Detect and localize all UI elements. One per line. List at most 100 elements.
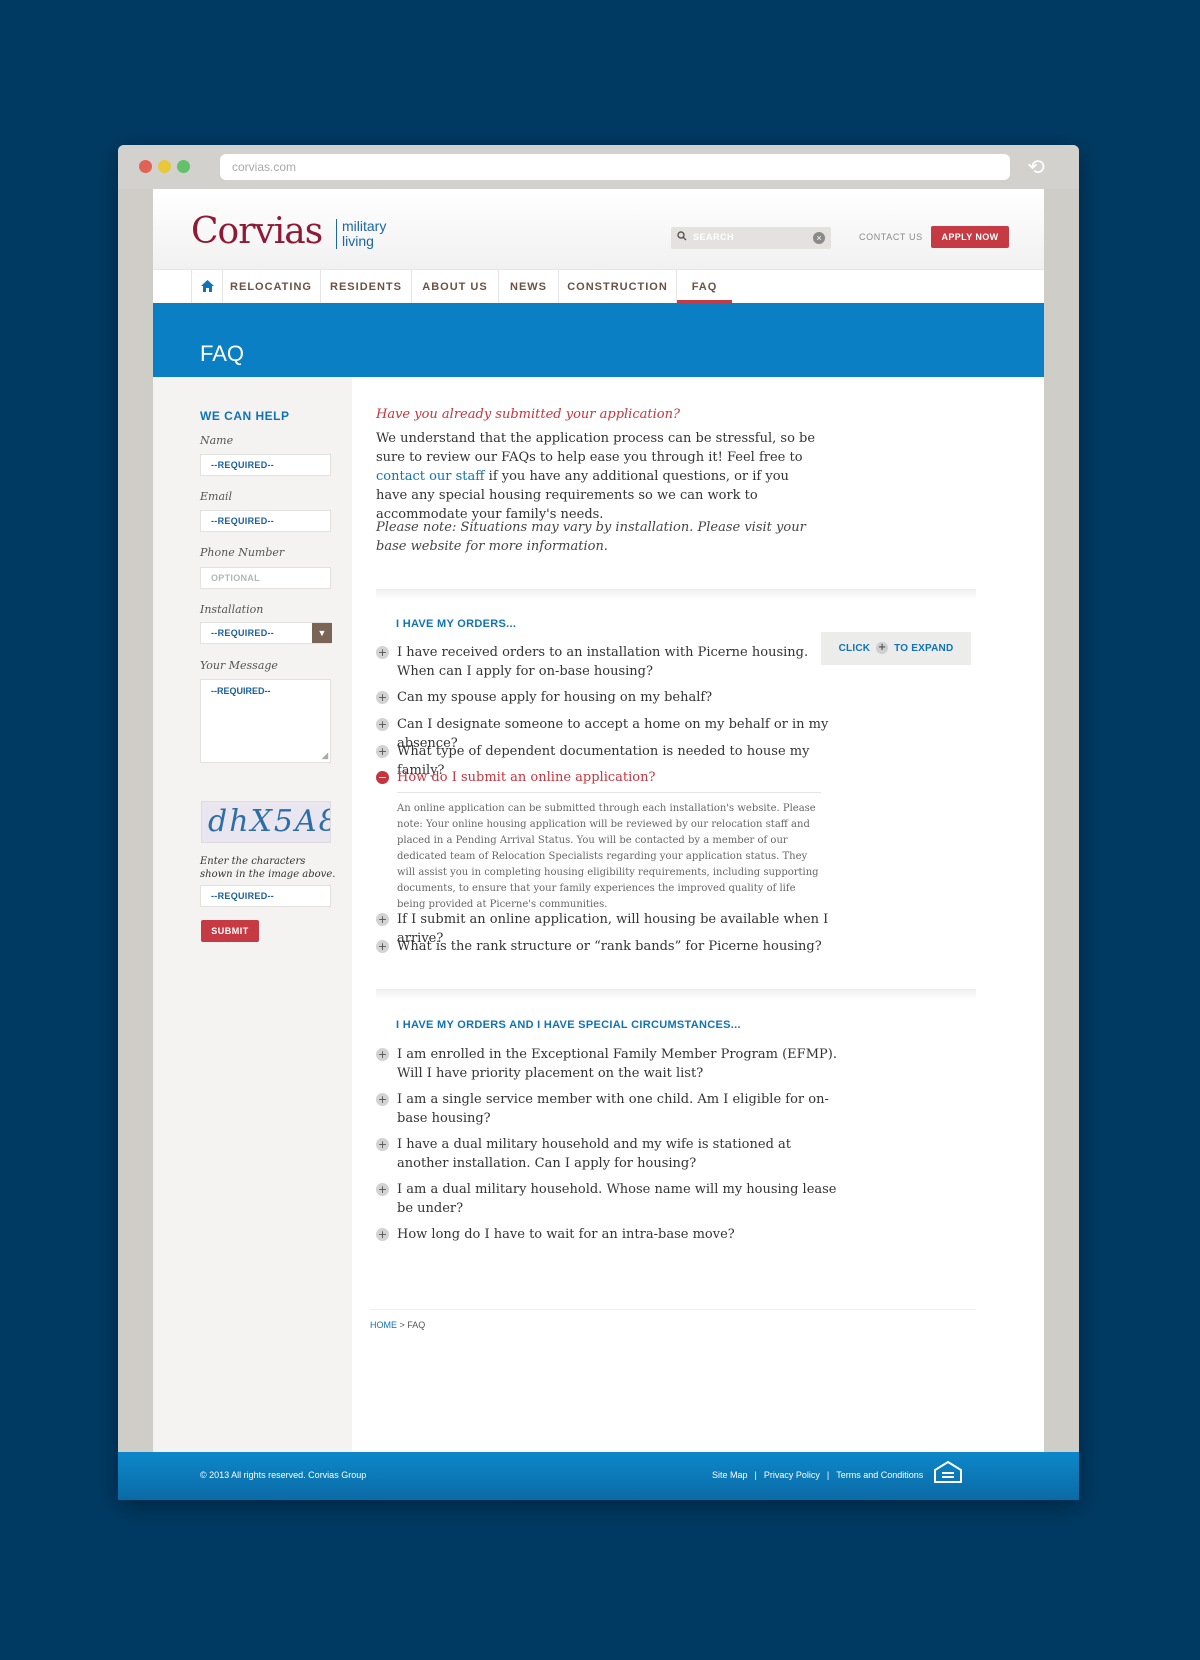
email-label: Email xyxy=(200,490,233,503)
privacy-policy-link[interactable]: Privacy Policy xyxy=(764,1470,820,1480)
equal-housing-icon xyxy=(934,1460,962,1489)
site-footer: © 2013 All rights reserved. Corvias Grou… xyxy=(118,1452,1079,1500)
chevron-down-icon[interactable]: ▼ xyxy=(312,623,332,643)
page-banner: FAQ xyxy=(153,303,1044,377)
section-heading-orders: I HAVE MY ORDERS... xyxy=(396,618,517,630)
expand-plus-icon[interactable]: + xyxy=(376,940,389,953)
search-input[interactable]: SEARCH × xyxy=(671,227,831,249)
faq-answer: An online application can be submitted t… xyxy=(397,792,821,913)
expand-plus-icon[interactable]: + xyxy=(376,745,389,758)
collapse-minus-icon[interactable]: − xyxy=(376,771,389,784)
expand-plus-icon[interactable]: + xyxy=(376,913,389,926)
intro-paragraph: We understand that the application proce… xyxy=(376,429,816,524)
message-label: Your Message xyxy=(200,659,278,672)
intro-note: Please note: Situations may vary by inst… xyxy=(376,520,806,554)
breadcrumb-current: FAQ xyxy=(407,1320,426,1330)
apply-now-button[interactable]: APPLY NOW xyxy=(931,226,1009,248)
captcha-field[interactable]: --REQUIRED-- xyxy=(200,885,331,907)
close-window-button[interactable] xyxy=(139,160,152,173)
main-nav: RELOCATING RESIDENTS ABOUT US NEWS CONST… xyxy=(153,269,1044,304)
resize-handle-icon[interactable]: ◢ xyxy=(322,751,328,760)
expand-plus-icon[interactable]: + xyxy=(376,646,389,659)
nav-item-news[interactable]: NEWS xyxy=(499,270,559,304)
faq-question[interactable]: Can my spouse apply for housing on my be… xyxy=(397,688,837,707)
nav-item-faq[interactable]: FAQ xyxy=(677,270,732,304)
click-to-expand-hint: CLICK + TO EXPAND xyxy=(821,632,971,665)
logo-tagline-line2: living xyxy=(342,233,374,249)
plus-icon: + xyxy=(876,642,889,655)
logo-tagline-line1: military xyxy=(342,218,387,234)
faq-question[interactable]: I have received orders to an installatio… xyxy=(397,643,837,681)
viewport: Corvias military living SEARCH × CONTACT… xyxy=(118,189,1079,1500)
captcha-text: dhX5A8 xyxy=(208,804,331,839)
intro-question: Have you already submitted your applicat… xyxy=(376,407,680,422)
address-bar[interactable]: corvias.com xyxy=(220,154,1010,180)
phone-field[interactable]: OPTIONAL xyxy=(200,567,331,589)
faq-question[interactable]: How do I submit an online application? xyxy=(397,768,837,787)
expand-plus-icon[interactable]: + xyxy=(376,1048,389,1061)
faq-content: Have you already submitted your applicat… xyxy=(352,377,1044,1452)
contact-staff-link[interactable]: contact our staff xyxy=(376,469,485,484)
expand-plus-icon[interactable]: + xyxy=(376,691,389,704)
phone-label: Phone Number xyxy=(200,546,285,559)
browser-toolbar: corvias.com ⟲ xyxy=(118,145,1079,190)
expand-plus-icon[interactable]: + xyxy=(376,718,389,731)
search-placeholder: SEARCH xyxy=(693,232,735,242)
name-label: Name xyxy=(200,434,234,447)
faq-question[interactable]: I am a dual military household. Whose na… xyxy=(397,1180,837,1218)
logo-wordmark: Corvias xyxy=(191,211,323,252)
expand-plus-icon[interactable]: + xyxy=(376,1138,389,1151)
expand-hint-text: TO EXPAND xyxy=(894,643,954,654)
browser-window: corvias.com ⟲ Corvias military living SE… xyxy=(118,145,1079,1500)
nav-item-about-us[interactable]: ABOUT US xyxy=(412,270,499,304)
faq-question[interactable]: I am a single service member with one ch… xyxy=(397,1090,837,1128)
minimize-window-button[interactable] xyxy=(158,160,171,173)
nav-home[interactable] xyxy=(191,270,223,304)
message-value: --REQUIRED-- xyxy=(211,686,271,696)
captcha-image: dhX5A8 xyxy=(201,801,331,843)
expand-plus-icon[interactable]: + xyxy=(376,1093,389,1106)
faq-question[interactable]: What is the rank structure or “rank band… xyxy=(397,937,837,956)
intro-text-1: We understand that the application proce… xyxy=(376,431,816,465)
search-icon xyxy=(677,231,687,244)
expand-plus-icon[interactable]: + xyxy=(376,1228,389,1241)
maximize-window-button[interactable] xyxy=(177,160,190,173)
breadcrumb-home[interactable]: HOME xyxy=(370,1320,397,1330)
page-title: FAQ xyxy=(200,341,245,366)
installation-label: Installation xyxy=(200,603,264,616)
footer-links: Site Map | Privacy Policy | Terms and Condit… xyxy=(712,1470,923,1480)
logo-tagline: military living xyxy=(336,219,386,249)
footer-separator: | xyxy=(826,1470,830,1480)
reload-icon[interactable]: ⟲ xyxy=(1023,154,1049,180)
sidebar-title: WE CAN HELP xyxy=(200,409,290,423)
nav-item-relocating[interactable]: RELOCATING xyxy=(222,270,321,304)
section-divider xyxy=(376,589,976,600)
name-field[interactable]: --REQUIRED-- xyxy=(200,454,331,476)
terms-link[interactable]: Terms and Conditions xyxy=(836,1470,923,1480)
breadcrumb-separator: > xyxy=(397,1320,408,1330)
breadcrumb: HOME > FAQ xyxy=(370,1309,976,1330)
footer-separator: | xyxy=(754,1470,757,1480)
contact-us-link[interactable]: CONTACT US xyxy=(859,232,923,242)
contact-form-sidebar: WE CAN HELP Name --REQUIRED-- Email --RE… xyxy=(153,377,352,1452)
page: Corvias military living SEARCH × CONTACT… xyxy=(153,189,1044,1500)
captcha-instructions: Enter the characters shown in the image … xyxy=(200,856,336,880)
faq-question[interactable]: I am enrolled in the Exceptional Family … xyxy=(397,1045,837,1083)
copyright: © 2013 All rights reserved. Corvias Grou… xyxy=(200,1470,367,1480)
message-textarea[interactable]: --REQUIRED-- ◢ xyxy=(200,679,331,763)
corvias-logo[interactable]: Corvias military living xyxy=(191,211,386,252)
expand-hint-click: CLICK xyxy=(838,643,871,654)
nav-item-residents[interactable]: RESIDENTS xyxy=(321,270,412,304)
expand-plus-icon[interactable]: + xyxy=(376,1183,389,1196)
home-icon xyxy=(200,278,214,295)
nav-item-construction[interactable]: CONSTRUCTION xyxy=(559,270,677,304)
section-divider xyxy=(376,989,976,1000)
email-field[interactable]: --REQUIRED-- xyxy=(200,510,331,532)
site-header: Corvias military living SEARCH × CONTACT… xyxy=(153,189,1044,269)
submit-button[interactable]: SUBMIT xyxy=(201,920,259,942)
faq-question[interactable]: How long do I have to wait for an intra-… xyxy=(397,1225,837,1244)
site-map-link[interactable]: Site Map xyxy=(712,1470,748,1480)
faq-question[interactable]: I have a dual military household and my … xyxy=(397,1135,837,1173)
section-heading-special: I HAVE MY ORDERS AND I HAVE SPECIAL CIRC… xyxy=(396,1019,741,1031)
clear-search-icon[interactable]: × xyxy=(813,232,825,244)
